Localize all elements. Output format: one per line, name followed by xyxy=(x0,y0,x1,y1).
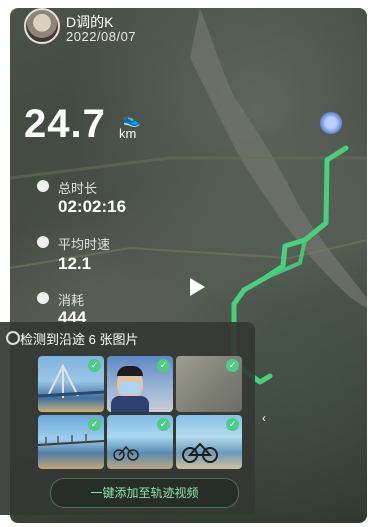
photo-thumbnail[interactable]: ✓ xyxy=(38,356,104,412)
photo-thumbnail[interactable]: ✓ xyxy=(176,356,242,412)
chevron-left-icon[interactable]: ‹ xyxy=(262,411,266,425)
speedometer-icon xyxy=(37,236,49,248)
avg-speed-label: 平均时速 xyxy=(58,237,111,252)
photo-selected-check-icon[interactable]: ✓ xyxy=(226,418,239,431)
photo-selected-check-icon[interactable]: ✓ xyxy=(157,418,170,431)
photo-selected-check-icon[interactable]: ✓ xyxy=(157,359,170,372)
avg-speed-value: 12.1 xyxy=(58,254,92,273)
clock-icon xyxy=(37,180,49,192)
current-location-marker xyxy=(320,112,342,134)
photos-title: 检测到沿途 6 张图片 xyxy=(20,332,139,347)
photo-selected-check-icon[interactable]: ✓ xyxy=(88,418,101,431)
camera-icon xyxy=(6,331,20,345)
distance-value: 24.7 xyxy=(24,102,106,146)
duration-label: 总时长 xyxy=(58,181,98,196)
distance-unit: km xyxy=(119,126,137,141)
photo-thumbnail[interactable]: ✓ xyxy=(38,415,104,469)
photo-thumbnail[interactable]: ✓ xyxy=(107,415,173,469)
photo-selected-check-icon[interactable]: ✓ xyxy=(226,359,239,372)
photo-thumbnail[interactable]: ✓ xyxy=(107,356,173,412)
avatar[interactable] xyxy=(24,8,60,44)
play-icon[interactable] xyxy=(190,278,205,296)
add-to-video-button[interactable]: 一键添加至轨迹视频 xyxy=(50,478,239,508)
workout-date: 2022/08/07 xyxy=(66,29,137,44)
fire-icon xyxy=(37,292,49,304)
duration-value: 02:02:16 xyxy=(58,197,127,216)
calories-label: 消耗 xyxy=(58,293,85,308)
photo-thumbnail[interactable]: ✓ xyxy=(176,415,242,469)
photo-selected-check-icon[interactable]: ✓ xyxy=(88,359,101,372)
